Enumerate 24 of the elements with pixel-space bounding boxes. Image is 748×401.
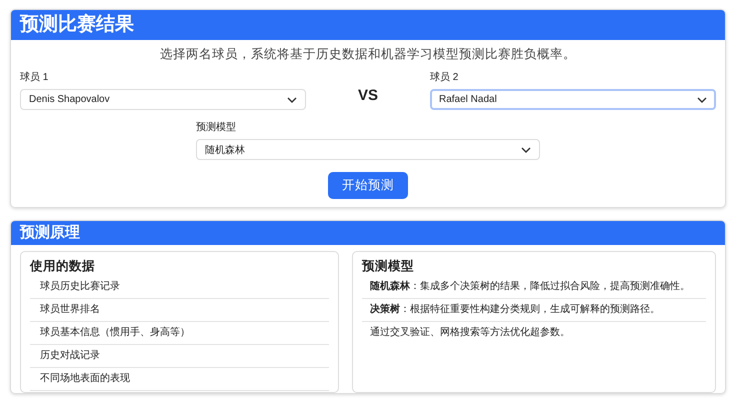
list-item: 历史对战记录 xyxy=(30,345,329,368)
select-field[interactable]: 随机森林 xyxy=(196,139,540,160)
list-item: 不同场地表面的表现 xyxy=(30,368,329,391)
card-title: 预测比赛结果 xyxy=(11,10,725,40)
list-item: 球员世界排名 xyxy=(30,299,329,322)
field-label: 球员 2 xyxy=(430,72,460,84)
versus-label: VS xyxy=(356,87,379,106)
list-item: 随机森林：集成多个决策树的结果，降低过拟合风险，提高预测准确性。 xyxy=(362,276,706,299)
chevron-down-icon xyxy=(521,146,531,152)
start-prediction-button[interactable]: 开始预测 xyxy=(328,172,408,199)
list-item: 决策树：根据特征重要性构建分类规则，生成可解释的预测路径。 xyxy=(362,299,706,322)
panel-title: 预测模型 xyxy=(362,258,415,274)
list-item: 球员历史比赛记录 xyxy=(30,276,329,299)
list-item: 球员基本信息（惯用手、身高等） xyxy=(30,322,329,345)
panel-title: 使用的数据 xyxy=(30,258,96,274)
select-field[interactable]: Denis Shapovalov xyxy=(20,89,306,110)
field-label: 预测模型 xyxy=(196,122,237,134)
description-text: 选择两名球员，系统将基于历史数据和机器学习模型预测比赛胜负概率。 xyxy=(159,46,577,62)
field-label: 球员 1 xyxy=(20,72,50,84)
chevron-down-icon xyxy=(287,96,297,102)
list-item: 通过交叉验证、网格搜索等方法优化超参数。 xyxy=(369,326,571,340)
select-field[interactable]: Rafael Nadal xyxy=(430,89,716,110)
chevron-down-icon xyxy=(697,96,707,102)
card-title: 预测原理 xyxy=(11,221,725,245)
